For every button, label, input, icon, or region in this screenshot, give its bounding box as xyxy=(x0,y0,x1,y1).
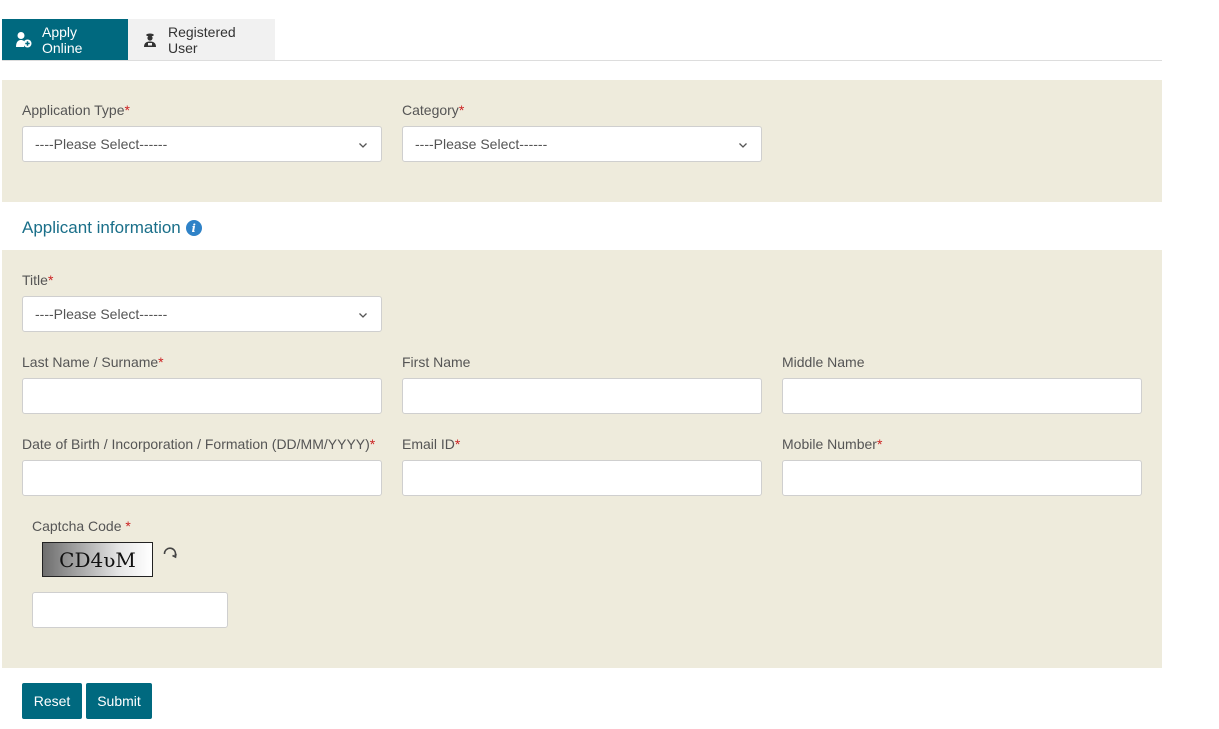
category-label: Category* xyxy=(402,102,465,118)
application-type-label: Application Type* xyxy=(22,102,130,118)
refresh-icon[interactable] xyxy=(161,544,179,562)
tab-registered-user[interactable]: Registered User xyxy=(128,19,275,60)
captcha-image: CD4ʋM xyxy=(42,542,153,577)
dob-input[interactable] xyxy=(22,460,382,496)
captcha-label: Captcha Code * xyxy=(32,518,131,534)
email-label: Email ID* xyxy=(402,436,461,452)
captcha-input[interactable] xyxy=(32,592,228,628)
first-name-input[interactable] xyxy=(402,378,762,414)
tab-apply-online[interactable]: Apply Online xyxy=(2,19,128,60)
first-name-label: First Name xyxy=(402,354,471,370)
title-select[interactable]: ----Please Select------ xyxy=(22,296,382,332)
title-value: ----Please Select------ xyxy=(35,306,168,322)
category-value: ----Please Select------ xyxy=(415,136,548,152)
submit-button[interactable]: Submit xyxy=(86,683,152,719)
applicant-information-heading: Applicant information i xyxy=(22,218,202,238)
user-plus-icon xyxy=(15,31,33,49)
dob-label: Date of Birth / Incorporation / Formatio… xyxy=(22,436,376,452)
mobile-input[interactable] xyxy=(782,460,1142,496)
title-label: Title* xyxy=(22,272,54,288)
chevron-down-icon xyxy=(739,143,747,148)
chevron-down-icon xyxy=(359,313,367,318)
category-select[interactable]: ----Please Select------ xyxy=(402,126,762,162)
last-name-label: Last Name / Surname* xyxy=(22,354,164,370)
middle-name-label: Middle Name xyxy=(782,354,865,370)
last-name-input[interactable] xyxy=(22,378,382,414)
reset-button[interactable]: Reset xyxy=(22,683,82,719)
middle-name-input[interactable] xyxy=(782,378,1142,414)
application-type-select[interactable]: ----Please Select------ xyxy=(22,126,382,162)
captcha-text: CD4ʋM xyxy=(59,547,136,572)
chevron-down-icon xyxy=(359,143,367,148)
tab-label: Apply Online xyxy=(42,23,83,56)
tab-label: Registered User xyxy=(168,23,236,56)
application-type-value: ----Please Select------ xyxy=(35,136,168,152)
info-icon[interactable]: i xyxy=(185,220,202,236)
mobile-label: Mobile Number* xyxy=(782,436,883,452)
email-input[interactable] xyxy=(402,460,762,496)
tab-bar: Apply Online Registered User xyxy=(2,18,1162,61)
registered-user-icon xyxy=(141,31,159,49)
